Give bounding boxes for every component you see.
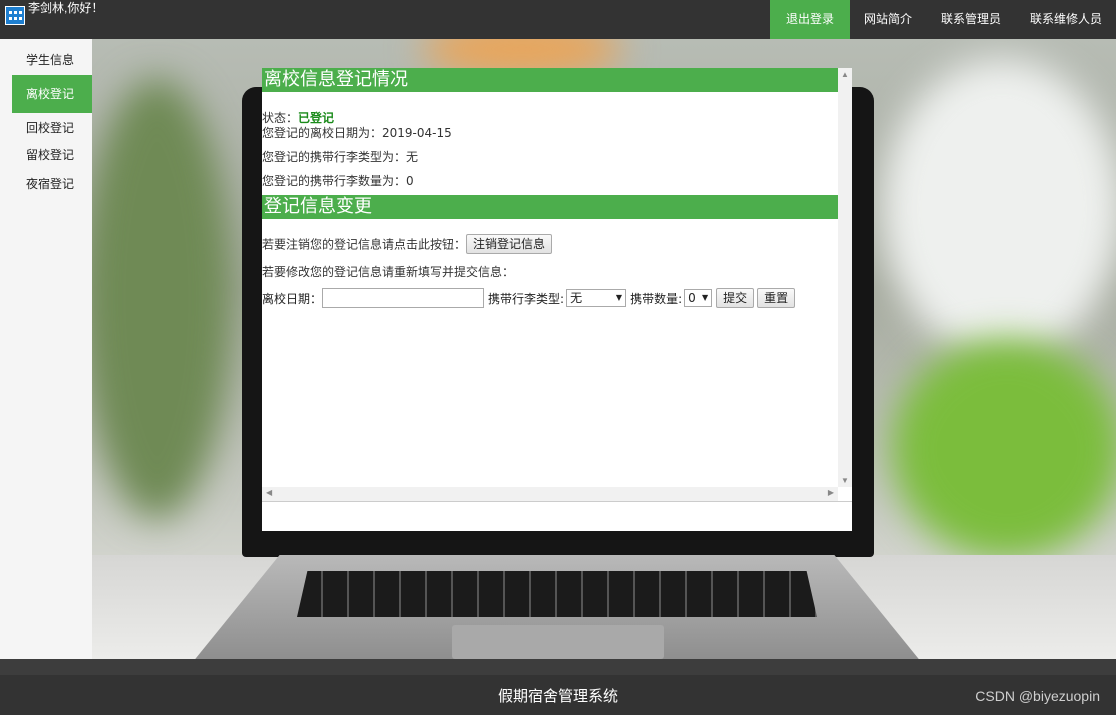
content-footer-pad bbox=[262, 501, 852, 531]
cancel-row: 若要注销您的登记信息请点击此按钮： 注销登记信息 bbox=[262, 234, 553, 254]
luggage-type-select[interactable]: 无 ▼ bbox=[566, 289, 627, 307]
dropdown-arrow-icon: ▼ bbox=[615, 293, 623, 302]
luggage-type-text: 您登记的携带行李类型为：无 bbox=[262, 150, 419, 164]
reset-button[interactable]: 重置 bbox=[757, 288, 796, 308]
luggage-count-text: 您登记的携带行李数量为：0 bbox=[262, 174, 414, 188]
window-blur bbox=[882, 59, 1116, 359]
scroll-left-icon[interactable]: ◀ bbox=[266, 488, 272, 497]
status-badge: 已登记 bbox=[298, 111, 335, 125]
footer-title: 假期宿舍管理系统 bbox=[497, 687, 618, 705]
welcome-text: 李剑林,你好！ bbox=[28, 1, 104, 15]
luggage-count-label: 携带数量: bbox=[630, 291, 683, 306]
dropdown-arrow-icon: ▼ bbox=[701, 293, 709, 302]
cancel-prompt: 若要注销您的登记信息请点击此按钮： bbox=[262, 237, 467, 252]
watermark: CSDN @biyezuopin bbox=[975, 688, 1100, 704]
logout-link[interactable]: 退出登录 bbox=[770, 0, 850, 39]
status-label: 状态： bbox=[262, 111, 299, 125]
contact-admin-link[interactable]: 联系管理员 bbox=[926, 0, 1016, 39]
cancel-registration-button[interactable]: 注销登记信息 bbox=[466, 234, 553, 254]
sidebar-item-student-info[interactable]: 学生信息 bbox=[12, 47, 92, 73]
modify-form: 离校日期： 携带行李类型: 无 ▼ 携带数量: 0 ▼ 提交 重置 bbox=[262, 287, 796, 309]
section-title-modify: 登记信息变更 bbox=[262, 195, 838, 219]
content-area: 离校信息登记情况 状态：已登记 您登记的离校日期为：2019-04-15 您登记… bbox=[262, 68, 838, 487]
leave-date-input[interactable] bbox=[322, 288, 485, 308]
laptop-keyboard bbox=[297, 571, 817, 617]
scroll-right-icon[interactable]: ▶ bbox=[828, 488, 834, 497]
site-intro-link[interactable]: 网站简介 bbox=[850, 0, 926, 39]
leave-date-text: 您登记的离校日期为：2019-04-15 bbox=[262, 126, 452, 140]
top-nav: 退出登录 网站简介 联系管理员 联系维修人员 bbox=[770, 0, 1116, 39]
scroll-down-icon[interactable]: ▼ bbox=[841, 476, 849, 485]
building-icon bbox=[5, 6, 25, 25]
scroll-up-icon[interactable]: ▲ bbox=[841, 70, 849, 79]
modify-prompt: 若要修改您的登记信息请重新填写并提交信息： bbox=[262, 265, 515, 279]
submit-button[interactable]: 提交 bbox=[716, 288, 755, 308]
contact-repair-link[interactable]: 联系维修人员 bbox=[1016, 0, 1116, 39]
top-bar: 李剑林,你好！ 退出登录 网站简介 联系管理员 联系维修人员 bbox=[0, 0, 1116, 39]
date-label: 离校日期： bbox=[262, 291, 323, 306]
vertical-scrollbar[interactable]: ▲ ▼ bbox=[838, 68, 852, 487]
plant-right-blur bbox=[892, 339, 1116, 559]
plant-left-blur bbox=[92, 79, 232, 519]
sidebar-item-leave-school[interactable]: 离校登记 bbox=[12, 75, 92, 113]
sidebar: 学生信息 离校登记 回校登记 留校登记 夜宿登记 bbox=[0, 39, 92, 659]
section-title-leave-status: 离校信息登记情况 bbox=[262, 68, 838, 92]
sidebar-item-return-school[interactable]: 回校登记 bbox=[12, 115, 92, 141]
luggage-count-select[interactable]: 0 ▼ bbox=[684, 289, 713, 307]
content-frame: 离校信息登记情况 状态：已登记 您登记的离校日期为：2019-04-15 您登记… bbox=[262, 68, 852, 531]
horizontal-scrollbar[interactable]: ◀ ▶ bbox=[262, 487, 838, 501]
luggage-type-label: 携带行李类型: bbox=[488, 291, 565, 306]
laptop-trackpad bbox=[452, 625, 664, 659]
luggage-count-value: 0 bbox=[688, 291, 696, 305]
sidebar-item-stay-school[interactable]: 留校登记 bbox=[12, 142, 92, 168]
sidebar-item-overnight[interactable]: 夜宿登记 bbox=[12, 171, 92, 197]
luggage-type-value: 无 bbox=[570, 291, 583, 305]
